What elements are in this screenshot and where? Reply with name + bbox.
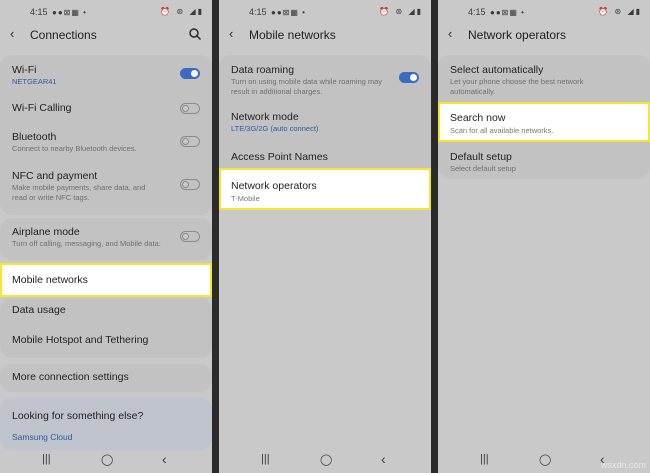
data-usage-label: Data usage <box>12 304 66 316</box>
mobile-networks-label: Mobile networks <box>12 274 88 286</box>
settings-card-main: Wi-Fi NETGEAR41 Wi-Fi Calling Bluetooth … <box>0 55 212 215</box>
back-arrow-icon[interactable]: ‹ <box>448 26 452 41</box>
airplane-card: Airplane mode Turn off calling, messagin… <box>0 218 212 260</box>
system-icons: ⏰ ⊛ ◢▮ <box>160 7 204 16</box>
bluetooth-desc: Connect to nearby Bluetooth devices. <box>12 144 137 153</box>
status-time: 4:15 <box>30 7 48 17</box>
hotspot-row[interactable]: Mobile Hotspot and Tethering <box>0 328 212 358</box>
status-time: 4:15 <box>468 7 486 17</box>
system-icons: ⏰ ⊛ ◢▮ <box>598 7 642 16</box>
suggestion-title: Looking for something else? <box>12 410 144 422</box>
select-automatically-row[interactable]: Select automatically Let your phone choo… <box>438 55 650 101</box>
nfc-label: NFC and payment <box>12 170 98 182</box>
status-time: 4:15 <box>249 7 267 17</box>
home-icon[interactable]: ◯ <box>101 453 113 466</box>
select-automatically-label: Select automatically <box>450 64 544 76</box>
page-title: Mobile networks <box>249 28 336 42</box>
data-roaming-row[interactable]: Data roaming Turn on using mobile data w… <box>219 55 431 99</box>
samsung-cloud-link[interactable]: Samsung Cloud <box>12 432 72 442</box>
network-operators-value: T-Mobile <box>231 194 260 203</box>
wifi-network-name: NETGEAR41 <box>12 77 57 86</box>
header: ‹ Mobile networks <box>219 22 431 48</box>
wifi-calling-toggle[interactable] <box>180 103 200 114</box>
back-nav-icon[interactable]: ‹ <box>162 451 167 467</box>
network-mode-label: Network mode <box>231 111 299 123</box>
apn-label: Access Point Names <box>231 151 328 163</box>
bluetooth-row[interactable]: Bluetooth Connect to nearby Bluetooth de… <box>0 127 212 167</box>
connections-screen: 4:15 ●●⊠▦ • ⏰ ⊛ ◢▮ ‹ Connections Wi-Fi N… <box>0 0 212 473</box>
wifi-label: Wi-Fi <box>12 64 37 76</box>
navigation-bar: ||| ◯ ‹ <box>0 449 212 473</box>
search-now-item[interactable]: Search now Scan for all available networ… <box>438 102 650 142</box>
airplane-label: Airplane mode <box>12 226 80 238</box>
airplane-row[interactable]: Airplane mode Turn off calling, messagin… <box>0 218 212 260</box>
page-title: Network operators <box>468 28 567 42</box>
status-bar: 4:15 ●●⊠▦ • ⏰ ⊛ ◢▮ <box>219 6 431 20</box>
recents-icon[interactable]: ||| <box>42 453 51 465</box>
data-roaming-toggle[interactable] <box>399 72 419 83</box>
header: ‹ Connections <box>0 22 212 48</box>
default-setup-row[interactable]: Default setup Select default setup <box>438 145 650 179</box>
notification-icons: ●●⊠▦ • <box>490 8 525 17</box>
default-setup-desc: Select default setup <box>450 164 516 173</box>
airplane-desc: Turn off calling, messaging, and Mobile … <box>12 239 161 248</box>
home-icon[interactable]: ◯ <box>320 453 332 466</box>
system-icons: ⏰ ⊛ ◢▮ <box>379 7 423 16</box>
bluetooth-toggle[interactable] <box>180 136 200 147</box>
navigation-bar: ||| ◯ ‹ <box>219 449 431 473</box>
more-connection-settings-row[interactable]: More connection settings <box>0 364 212 392</box>
search-now-desc: Scan for all available networks. <box>450 126 554 135</box>
network-operators-screen: 4:15 ●●⊠▦ • ⏰ ⊛ ◢▮ ‹ Network operators S… <box>438 0 650 473</box>
nfc-toggle[interactable] <box>180 179 200 190</box>
page-title: Connections <box>30 28 97 42</box>
recents-icon[interactable]: ||| <box>480 453 489 465</box>
search-icon[interactable] <box>188 27 202 41</box>
hotspot-label: Mobile Hotspot and Tethering <box>12 334 149 346</box>
data-roaming-desc: Turn on using mobile data while roaming … <box>231 77 383 96</box>
nfc-row[interactable]: NFC and payment Make mobile payments, sh… <box>0 167 212 215</box>
home-icon[interactable]: ◯ <box>539 453 551 466</box>
network-operators-item[interactable]: Network operators T-Mobile <box>219 168 431 210</box>
mobile-networks-item[interactable]: Mobile networks <box>0 263 212 297</box>
back-arrow-icon[interactable]: ‹ <box>229 26 233 41</box>
bluetooth-label: Bluetooth <box>12 131 57 143</box>
more-settings-card: More connection settings <box>0 364 212 392</box>
back-arrow-icon[interactable]: ‹ <box>10 26 14 41</box>
notification-icons: ●●⊠▦ • <box>52 8 87 17</box>
data-roaming-label: Data roaming <box>231 64 295 76</box>
default-setup-label: Default setup <box>450 151 512 163</box>
notification-icons: ●●⊠▦ • <box>271 8 306 17</box>
network-mode-row[interactable]: Network mode LTE/3G/2G (auto connect) <box>219 103 431 137</box>
network-card: Data usage Mobile Hotspot and Tethering <box>0 298 212 358</box>
status-bar: 4:15 ●●⊠▦ • ⏰ ⊛ ◢▮ <box>0 6 212 20</box>
wifi-row[interactable]: Wi-Fi NETGEAR41 <box>0 55 212 91</box>
more-connection-settings-label: More connection settings <box>12 371 129 383</box>
search-now-label: Search now <box>450 112 506 124</box>
network-operators-label: Network operators <box>231 180 317 192</box>
network-mode-value: LTE/3G/2G (auto connect) <box>231 124 319 133</box>
wifi-calling-label: Wi-Fi Calling <box>12 102 72 114</box>
watermark: wsxdn.com <box>600 460 646 470</box>
wifi-toggle[interactable] <box>180 68 200 79</box>
airplane-toggle[interactable] <box>180 231 200 242</box>
back-nav-icon[interactable]: ‹ <box>381 451 386 467</box>
select-automatically-desc: Let your phone choose the best network a… <box>450 77 584 96</box>
header: ‹ Network operators <box>438 22 650 48</box>
nfc-desc: Make mobile payments, share data, and re… <box>12 183 146 202</box>
status-bar: 4:15 ●●⊠▦ • ⏰ ⊛ ◢▮ <box>438 6 650 20</box>
data-usage-row[interactable]: Data usage <box>0 298 212 328</box>
mobile-networks-screen: 4:15 ●●⊠▦ • ⏰ ⊛ ◢▮ ‹ Mobile networks Dat… <box>219 0 431 473</box>
suggestion-card: Looking for something else? Samsung Clou… <box>0 398 212 450</box>
wifi-calling-row[interactable]: Wi-Fi Calling <box>0 91 212 127</box>
recents-icon[interactable]: ||| <box>261 453 270 465</box>
